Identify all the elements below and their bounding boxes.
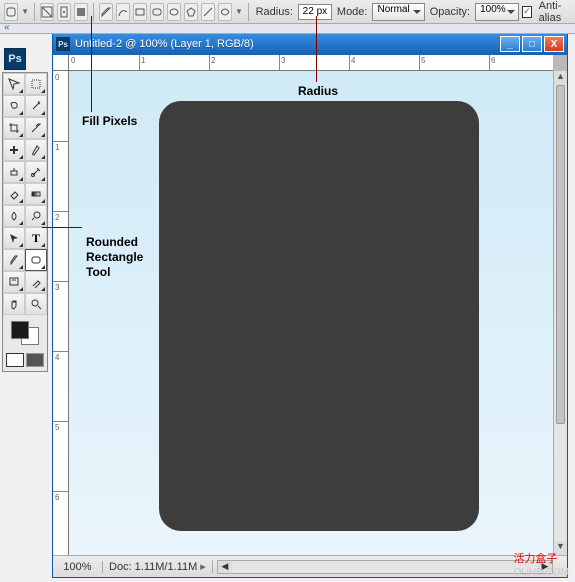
gradient-tool[interactable]: [25, 183, 47, 205]
shape-layers-icon[interactable]: [40, 3, 54, 21]
healing-brush-tool[interactable]: [3, 139, 25, 161]
dodge-tool[interactable]: [25, 205, 47, 227]
drawn-rounded-rectangle: [159, 101, 479, 531]
callout-line: [42, 227, 82, 228]
opacity-select[interactable]: 100%: [475, 3, 519, 21]
custom-shape-icon[interactable]: [218, 3, 232, 21]
brush-tool[interactable]: [25, 139, 47, 161]
slice-tool[interactable]: [25, 117, 47, 139]
watermark-main: 活力盒子: [513, 553, 557, 565]
vertical-scrollbar[interactable]: ▲ ▼: [553, 71, 567, 555]
separator: [34, 3, 35, 21]
options-bar: ▼ ▼ Radius: Mode: Normal Opacity: 100% ✓…: [0, 0, 575, 24]
magic-wand-tool[interactable]: [25, 95, 47, 117]
horizontal-ruler[interactable]: 0 1 2 3 4 5 6: [69, 55, 553, 71]
line-shape-icon[interactable]: [201, 3, 215, 21]
tool-preset-picker[interactable]: [4, 3, 18, 21]
horizontal-scrollbar[interactable]: ◀ ▶: [217, 560, 553, 574]
mode-select[interactable]: Normal: [372, 3, 424, 21]
paths-icon[interactable]: [57, 3, 71, 21]
annotation-radius: Radius: [298, 84, 338, 98]
radius-input[interactable]: [298, 4, 332, 20]
zoom-tool[interactable]: [25, 293, 47, 315]
scroll-left-icon[interactable]: ◀: [218, 561, 232, 573]
pen-icon[interactable]: [99, 3, 113, 21]
foreground-color-swatch[interactable]: [11, 321, 29, 339]
ellipse-shape-icon[interactable]: [167, 3, 181, 21]
clone-stamp-tool[interactable]: [3, 161, 25, 183]
canvas[interactable]: [69, 71, 553, 555]
rounded-rectangle-shape-icon[interactable]: [150, 3, 164, 21]
status-bar: 100% Doc: 1.11M/1.11M ◀ ▶: [53, 555, 567, 577]
move-tool[interactable]: [3, 73, 25, 95]
separator: [248, 3, 249, 21]
watermark: 活力盒子 OLiHE.COM: [513, 550, 569, 578]
window-titlebar[interactable]: Ps Untitled-2 @ 100% (Layer 1, RGB/8) _ …: [53, 33, 567, 55]
pen-tool[interactable]: [3, 249, 25, 271]
maximize-button[interactable]: □: [522, 36, 542, 52]
photoshop-logo-icon: Ps: [4, 48, 26, 70]
freeform-pen-icon[interactable]: [116, 3, 130, 21]
standard-mode-icon[interactable]: [6, 353, 24, 367]
palette-well-strip[interactable]: [0, 24, 575, 34]
watermark-sub: OLiHE.COM: [513, 567, 569, 578]
history-brush-tool[interactable]: [25, 161, 47, 183]
ruler-origin[interactable]: [53, 55, 69, 71]
eraser-tool[interactable]: [3, 183, 25, 205]
hand-tool[interactable]: [3, 293, 25, 315]
zoom-field[interactable]: 100%: [53, 561, 103, 573]
crop-tool[interactable]: [3, 117, 25, 139]
toolbox: T: [2, 72, 48, 372]
marquee-tool[interactable]: [25, 73, 47, 95]
doc-info[interactable]: Doc: 1.11M/1.11M: [103, 560, 213, 573]
rounded-rectangle-tool[interactable]: [25, 249, 47, 271]
close-button[interactable]: X: [544, 36, 564, 52]
annotation-fill-pixels: Fill Pixels: [82, 114, 137, 128]
path-selection-tool[interactable]: [3, 227, 25, 249]
rectangle-shape-icon[interactable]: [133, 3, 147, 21]
scrollbar-thumb[interactable]: [556, 85, 565, 424]
eyedropper-tool[interactable]: [25, 271, 47, 293]
mode-label: Mode:: [335, 6, 370, 18]
antialias-label: Anti-alias: [537, 0, 571, 24]
scroll-up-icon[interactable]: ▲: [554, 71, 567, 85]
vertical-ruler[interactable]: 0 1 2 3 4 5 6: [53, 71, 69, 555]
polygon-shape-icon[interactable]: [184, 3, 198, 21]
minimize-button[interactable]: _: [500, 36, 520, 52]
callout-line: [316, 16, 317, 82]
lasso-tool[interactable]: [3, 95, 25, 117]
notes-tool[interactable]: [3, 271, 25, 293]
antialias-checkbox[interactable]: ✓: [522, 6, 532, 18]
type-tool[interactable]: T: [25, 227, 47, 249]
blur-tool[interactable]: [3, 205, 25, 227]
separator: [93, 3, 94, 21]
radius-label: Radius:: [254, 6, 295, 18]
fill-pixels-icon[interactable]: [74, 3, 88, 21]
annotation-rrect-tool: Rounded Rectangle Tool: [86, 235, 143, 280]
callout-line: [91, 16, 92, 112]
quickmask-mode-icon[interactable]: [26, 353, 44, 367]
document-icon: Ps: [56, 37, 70, 51]
opacity-label: Opacity:: [428, 6, 472, 18]
window-title: Untitled-2 @ 100% (Layer 1, RGB/8): [75, 38, 500, 50]
color-swatches: [3, 315, 47, 349]
